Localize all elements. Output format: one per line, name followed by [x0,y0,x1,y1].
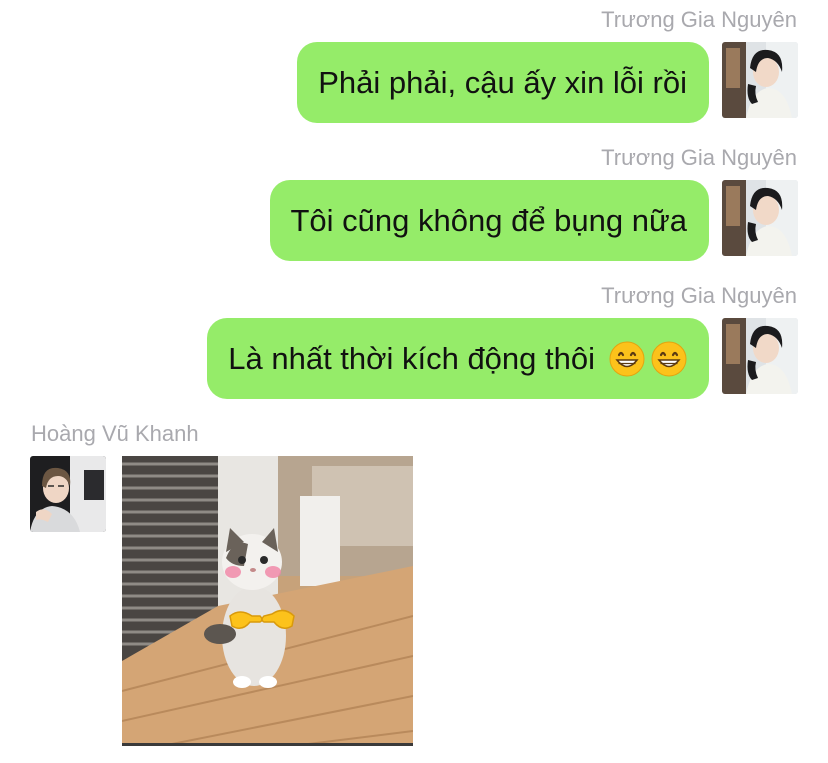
grinning-face-icon [609,341,645,376]
sender-name: Trương Gia Nguyên [601,7,797,32]
message-bubble[interactable]: Là nhất thời kích động thôi [207,318,709,399]
avatar[interactable] [722,180,798,256]
avatar-photo-icon [722,42,798,118]
cat-sticker-image[interactable] [122,456,413,746]
message-bubble[interactable]: Tôi cũng không để bụng nữa [269,180,709,261]
sender-name: Trương Gia Nguyên [601,283,797,308]
message-bubble[interactable]: Phải phải, cậu ấy xin lỗi rồi [297,42,709,123]
avatar[interactable] [722,318,798,394]
avatar-photo-icon [722,318,798,394]
avatar-photo-icon [722,180,798,256]
message-text: Tôi cũng không để bụng nữa [290,202,688,238]
grinning-face-icon [651,341,687,376]
avatar[interactable] [722,42,798,118]
sender-name: Hoàng Vũ Khanh [31,421,199,446]
message-text: Là nhất thời kích động thôi [228,340,595,376]
avatar-photo-icon [30,456,106,532]
message-text: Phải phải, cậu ấy xin lỗi rồi [318,64,687,100]
cat-photo-icon [122,456,413,746]
sender-name: Trương Gia Nguyên [601,145,797,170]
avatar[interactable] [30,456,106,532]
